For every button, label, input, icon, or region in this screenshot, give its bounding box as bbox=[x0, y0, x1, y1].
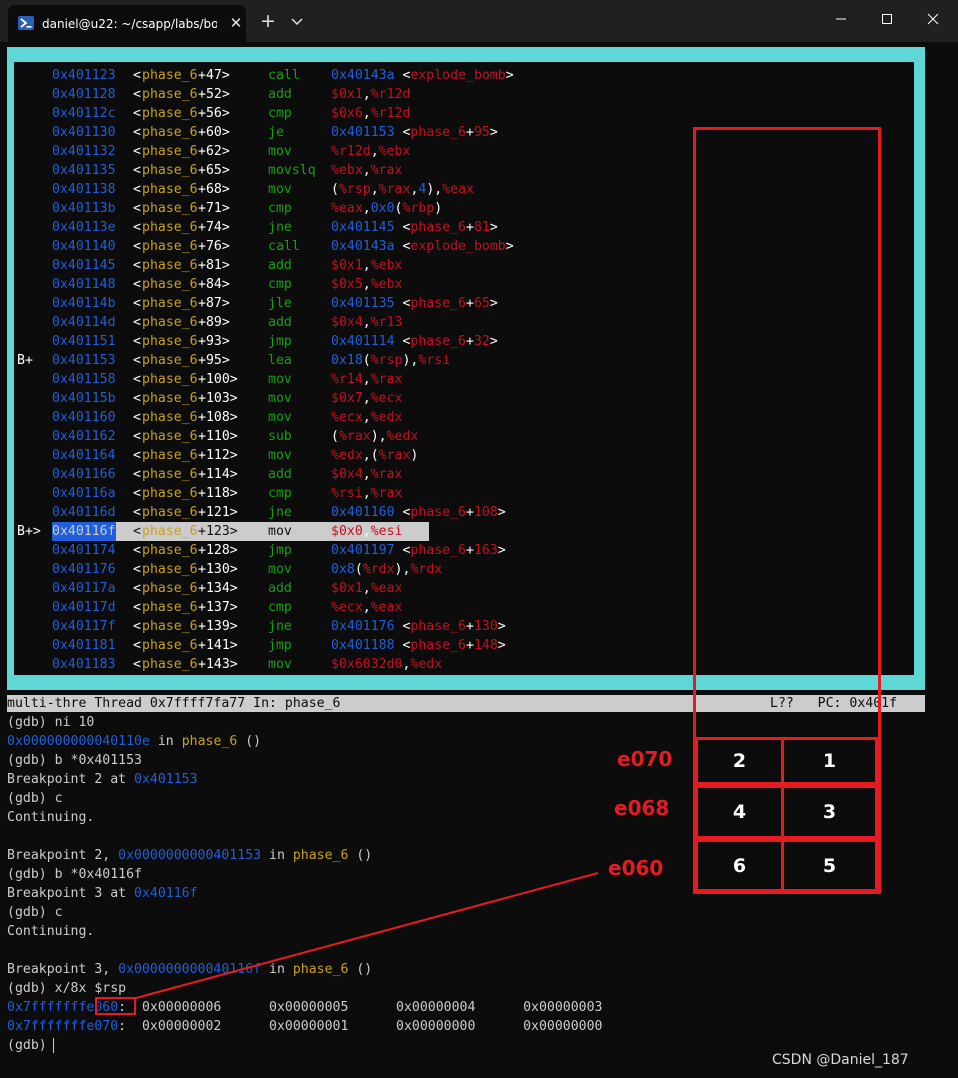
annotation-pointer-line bbox=[135, 872, 599, 999]
watermark: CSDN @Daniel_187 bbox=[772, 1052, 909, 1068]
